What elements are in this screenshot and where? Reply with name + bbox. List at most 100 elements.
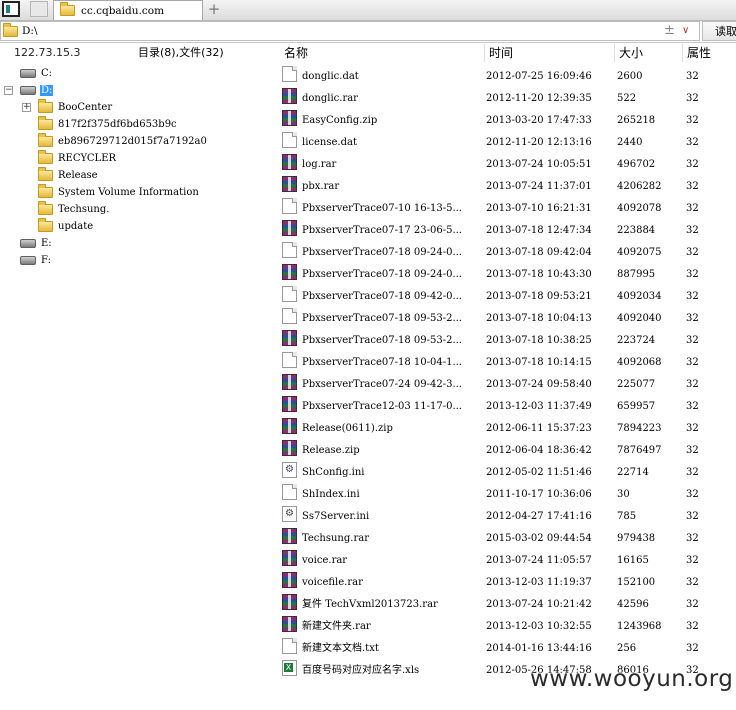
tree-node[interactable]: F:	[20, 252, 52, 269]
file-name: PbxserverTrace07-18 09-53-2...	[302, 313, 462, 324]
file-row[interactable]: ShConfig.ini 2012-05-02 11:51:46 22714 32	[278, 462, 736, 484]
expand-icon[interactable]: +	[22, 103, 31, 112]
file-name: PbxserverTrace07-18 09-24-0...	[302, 269, 462, 280]
file-row[interactable]: Release(0611).zip 2012-06-11 15:37:23 7894…	[278, 418, 736, 440]
file-row[interactable]: Release.zip 2012-06-04 18:36:42 7876497 32	[278, 440, 736, 462]
folder-icon	[38, 184, 53, 198]
plus-minus-icon[interactable]: ±	[664, 21, 675, 40]
file-time: 2013-07-18 10:14:15	[486, 357, 592, 368]
file-size: 42596	[617, 599, 649, 610]
file-row[interactable]: 复件 TechVxml2013723.rar 2013-07-24 10:21:4…	[278, 594, 736, 616]
file-time: 2012-11-20 12:13:16	[486, 137, 592, 148]
file-attr: 32	[686, 357, 699, 368]
file-row[interactable]: 新建文本文档.txt 2014-01-16 13:44:16 256 32	[278, 638, 736, 660]
panel-toggle-icon[interactable]	[2, 1, 20, 17]
file-time: 2012-11-20 12:39:35	[486, 93, 592, 104]
file-name: ShIndex.ini	[302, 489, 360, 500]
tree-node[interactable]: D:	[20, 82, 54, 99]
file-size: 4092040	[617, 313, 662, 324]
file-row[interactable]: PbxserverTrace07-18 09-24-0... 2013-07-18…	[278, 264, 736, 286]
file-row[interactable]: log.rar 2013-07-24 10:05:51 496702 32	[278, 154, 736, 176]
file-time: 2015-03-02 09:44:54	[486, 533, 592, 544]
tree-node[interactable]: Techsung.	[38, 201, 110, 218]
rar-icon	[282, 88, 297, 104]
file-name: pbx.rar	[302, 181, 340, 192]
file-time: 2013-12-03 11:19:37	[486, 577, 592, 588]
folder-icon	[38, 99, 53, 113]
file-attr: 32	[686, 511, 699, 522]
file-attr: 32	[686, 335, 699, 346]
file-row[interactable]: donglic.dat 2012-07-25 16:09:46 2600 32	[278, 66, 736, 88]
file-name: 复件 TechVxml2013723.rar	[302, 599, 438, 610]
tree-node[interactable]: Release	[38, 167, 99, 184]
rar-icon	[282, 220, 297, 236]
file-row[interactable]: PbxserverTrace07-18 09-42-0... 2013-07-18…	[278, 286, 736, 308]
chevron-down-icon[interactable]: ∨	[682, 21, 689, 40]
tab-site[interactable]: cc.cqbaidu.com	[53, 0, 203, 20]
file-name: Release(0611).zip	[302, 423, 393, 434]
column-header-size[interactable]: 大小	[615, 44, 683, 62]
file-row[interactable]: ShIndex.ini 2011-10-17 10:36:06 30 32	[278, 484, 736, 506]
file-name: 新建文件夹.rar	[302, 621, 371, 632]
tree-node[interactable]: C:	[20, 65, 53, 82]
file-attr: 32	[686, 467, 699, 478]
tree-node[interactable]: eb896729712d015f7a7192a0	[38, 133, 208, 150]
file-row[interactable]: EasyConfig.zip 2013-03-20 17:47:33 265218 3…	[278, 110, 736, 132]
folder-icon	[38, 116, 53, 130]
read-button[interactable]: 读取	[702, 21, 736, 41]
file-name: 新建文本文档.txt	[302, 643, 379, 654]
file-row[interactable]: Ss7Server.ini 2012-04-27 17:41:16 785 32	[278, 506, 736, 528]
file-row[interactable]: license.dat 2012-11-20 12:13:16 2440 32	[278, 132, 736, 154]
tree-node[interactable]: update	[38, 218, 94, 235]
file-row[interactable]: PbxserverTrace07-18 10-04-1... 2013-07-18…	[278, 352, 736, 374]
file-row[interactable]: PbxserverTrace12-03 11-17-0... 2013-12-03…	[278, 396, 736, 418]
file-size: 979438	[617, 533, 656, 544]
tree-node[interactable]: BooCenter	[38, 99, 113, 116]
collapse-icon[interactable]: −	[4, 86, 13, 95]
file-size: 4092068	[617, 357, 662, 368]
column-header-time[interactable]: 时间	[485, 44, 615, 62]
file-name: PbxserverTrace12-03 11-17-0...	[302, 401, 462, 412]
file-name: log.rar	[302, 159, 337, 170]
column-header-attr[interactable]: 属性	[683, 44, 736, 62]
file-attr: 32	[686, 401, 699, 412]
file-time: 2013-07-24 10:05:51	[486, 159, 592, 170]
file-size: 152100	[617, 577, 656, 588]
file-size: 4092078	[617, 203, 662, 214]
file-time: 2014-01-16 13:44:16	[486, 643, 592, 654]
file-row[interactable]: PbxserverTrace07-18 09-53-2... 2013-07-18…	[278, 330, 736, 352]
tree-node[interactable]: E:	[20, 235, 53, 252]
file-row[interactable]: pbx.rar 2013-07-24 11:37:01 4206282 32	[278, 176, 736, 198]
tree-node[interactable]: 817f2f375df6bd653b9c	[38, 116, 178, 133]
folder-icon	[38, 150, 53, 164]
blank-tab-icon[interactable]	[30, 1, 48, 17]
file-icon	[282, 242, 297, 258]
file-attr: 32	[686, 445, 699, 456]
file-time: 2011-10-17 10:36:06	[486, 489, 592, 500]
file-time: 2013-07-24 09:58:40	[486, 379, 592, 390]
file-size: 265218	[617, 115, 656, 126]
file-row[interactable]: voicefile.rar 2013-12-03 11:19:37 152100 32	[278, 572, 736, 594]
tree-node[interactable]: System Volume Information	[38, 184, 200, 201]
file-row[interactable]: PbxserverTrace07-17 23-06-5... 2013-07-18…	[278, 220, 736, 242]
folder-icon	[38, 167, 53, 181]
file-size: 2600	[617, 71, 643, 82]
file-row[interactable]: Techsung.rar 2015-03-02 09:44:54 979438 32	[278, 528, 736, 550]
file-row[interactable]: PbxserverTrace07-18 09-53-2... 2013-07-18…	[278, 308, 736, 330]
file-row[interactable]: PbxserverTrace07-24 09-42-3... 2013-07-24…	[278, 374, 736, 396]
tree-node-label: BooCenter	[58, 102, 113, 113]
rar-icon	[282, 528, 297, 544]
path-input[interactable]: D:\	[0, 21, 700, 41]
file-name: license.dat	[302, 137, 357, 148]
file-row[interactable]: voice.rar 2013-07-24 11:05:57 16165 32	[278, 550, 736, 572]
column-header-name[interactable]: 名称	[280, 44, 485, 62]
file-row[interactable]: PbxserverTrace07-10 16-13-5... 2013-07-10…	[278, 198, 736, 220]
tree-node[interactable]: RECYCLER	[38, 150, 117, 167]
file-row[interactable]: 新建文件夹.rar 2013-12-03 10:32:55 1243968 32	[278, 616, 736, 638]
folder-icon	[38, 201, 53, 215]
new-tab-button[interactable]: +	[204, 0, 224, 20]
file-icon	[282, 132, 297, 148]
file-row[interactable]: PbxserverTrace07-18 09-24-0... 2013-07-18…	[278, 242, 736, 264]
file-row[interactable]: donglic.rar 2012-11-20 12:39:35 522 32	[278, 88, 736, 110]
file-attr: 32	[686, 93, 699, 104]
